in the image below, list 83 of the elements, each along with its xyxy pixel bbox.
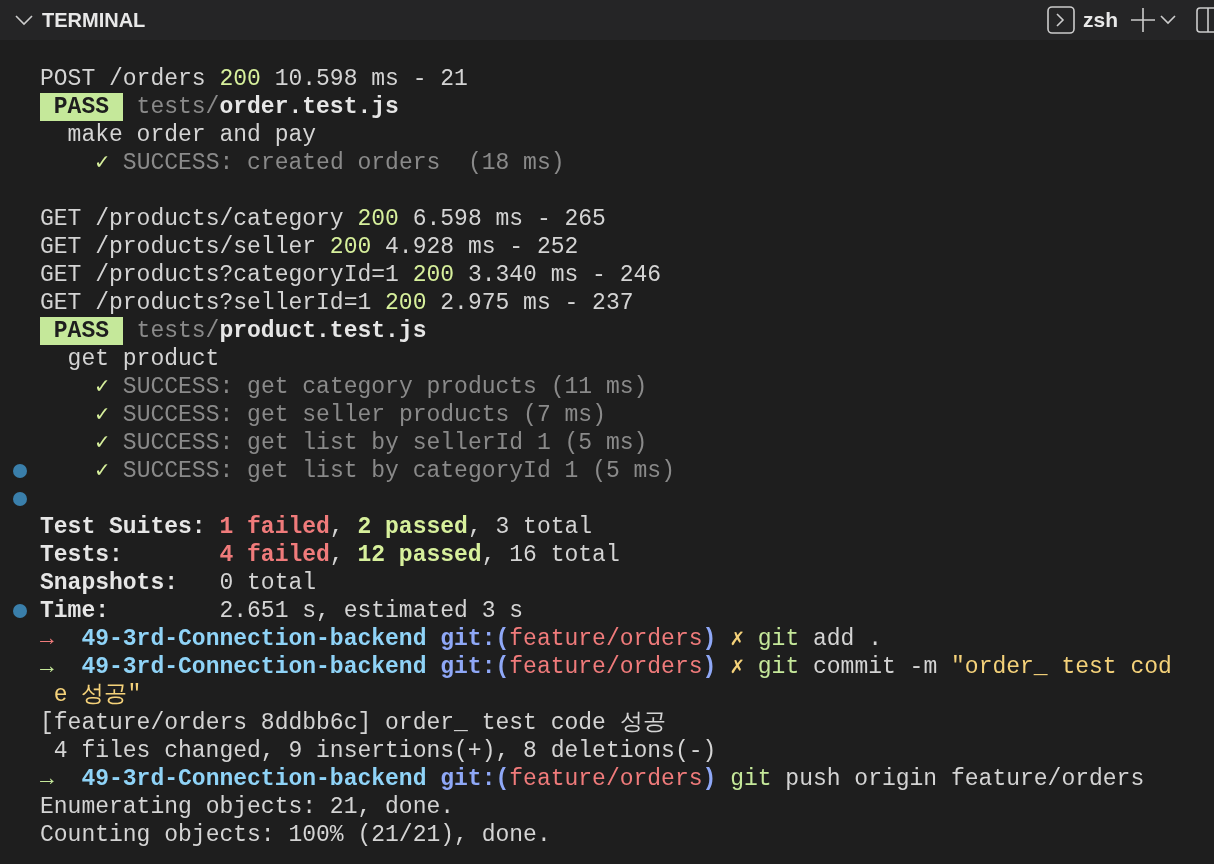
failed-count: 4 failed (219, 541, 330, 569)
passed-count: 12 passed (357, 541, 482, 569)
git-label: git:( (440, 765, 510, 793)
output-text: make order and pay (67, 121, 317, 149)
check-mark: ✓ (95, 373, 110, 401)
test-result-text: SUCCESS: get list by categoryId 1 (5 ms) (122, 457, 675, 485)
string-text: e 성공" (53, 681, 142, 709)
output-text: GET /products?categoryId=1 (40, 261, 399, 289)
command-name: git (730, 765, 772, 793)
check-mark: ✓ (95, 401, 110, 429)
chevron-down-icon[interactable] (1160, 15, 1176, 25)
command-name: git (757, 653, 800, 681)
output-text: get product (67, 345, 220, 373)
output-text: 0 total (219, 569, 317, 597)
output-text: , 16 total (481, 541, 620, 569)
command-args: push origin feature/orders (785, 765, 1145, 793)
repo-name: 49-3rd-Connection-backend (81, 765, 427, 793)
status-code: 200 (329, 233, 372, 261)
prompt-arrow: → (40, 625, 54, 653)
prompt-arrow: → (40, 765, 54, 793)
summary-label: Time: (40, 597, 110, 625)
split-icon[interactable] (1196, 7, 1214, 33)
check-mark: ✓ (95, 457, 110, 485)
pass-badge: PASS (40, 93, 123, 121)
command-args: commit -m (813, 653, 938, 681)
output-text: 3.340 ms - 246 (467, 261, 662, 289)
terminal-icon[interactable] (1047, 6, 1075, 34)
test-path: tests/ (136, 93, 220, 121)
dirty-mark: ✗ (730, 653, 744, 681)
output-text: 2.975 ms - 237 (440, 289, 634, 317)
shell-name[interactable]: zsh (1083, 4, 1118, 36)
pass-badge: PASS (40, 317, 123, 345)
failed-count: 1 failed (219, 513, 330, 541)
git-label: ) (702, 765, 717, 793)
output-text: 6.598 ms - 265 (412, 205, 606, 233)
output-text: , (329, 541, 344, 569)
output-text: Enumerating objects: 21, done. (40, 793, 455, 821)
string-text: "order_ test cod (951, 653, 1172, 681)
dirty-mark: ✗ (730, 625, 744, 653)
output-text: [feature/orders 8ddbb6c] order_ test code 성공 (40, 709, 666, 737)
plus-icon[interactable] (1130, 7, 1156, 33)
branch-name: feature/orders (509, 765, 703, 793)
git-label: ) (702, 625, 717, 653)
test-result-text: SUCCESS: get list by sellerId 1 (5 ms) (122, 429, 648, 457)
output-text: 10.598 ms - 21 (274, 65, 468, 93)
status-code: 200 (385, 289, 427, 317)
summary-label: Tests: (40, 541, 124, 569)
git-label: git:( (440, 625, 510, 653)
output-text: GET /products?sellerId=1 (40, 289, 372, 317)
command-args: add . (813, 625, 882, 653)
output-text: 2.651 s, estimated 3 s (219, 597, 524, 625)
summary-label: Test Suites: (40, 513, 207, 541)
panel-title[interactable]: TERMINAL (42, 5, 146, 35)
test-result-text: SUCCESS: created orders (18 ms) (122, 149, 565, 177)
git-label: ) (702, 653, 717, 681)
output-text: , (329, 513, 344, 541)
output-text: GET /products/category (40, 205, 344, 233)
test-file-name: product.test.js (219, 317, 427, 345)
test-path: tests/ (136, 317, 220, 345)
test-file-name: order.test.js (219, 93, 399, 121)
summary-label: Snapshots: (40, 569, 180, 597)
status-code: 200 (219, 65, 261, 93)
check-mark: ✓ (95, 149, 110, 177)
test-result-text: SUCCESS: get seller products (7 ms) (122, 401, 606, 429)
output-text: GET /products/seller (40, 233, 317, 261)
branch-name: feature/orders (509, 653, 703, 681)
output-text: , 3 total (467, 513, 593, 541)
chevron-down-icon[interactable] (14, 14, 34, 26)
output-text: Counting objects: 100% (21/21), done. (40, 821, 551, 849)
output-text: POST /orders (40, 65, 206, 93)
output-text: 4.928 ms - 252 (385, 233, 579, 261)
status-code: 200 (357, 205, 399, 233)
status-code: 200 (412, 261, 455, 289)
test-result-text: SUCCESS: get category products (11 ms) (122, 373, 648, 401)
command-name: git (757, 625, 800, 653)
passed-count: 2 passed (357, 513, 468, 541)
git-label: git:( (440, 653, 510, 681)
prompt-arrow: → (40, 653, 54, 681)
repo-name: 49-3rd-Connection-backend (81, 653, 427, 681)
branch-name: feature/orders (509, 625, 703, 653)
output-text: 4 files changed, 9 insertions(+), 8 deletions(-) (53, 737, 717, 765)
check-mark: ✓ (95, 429, 110, 457)
repo-name: 49-3rd-Connection-backend (81, 625, 427, 653)
